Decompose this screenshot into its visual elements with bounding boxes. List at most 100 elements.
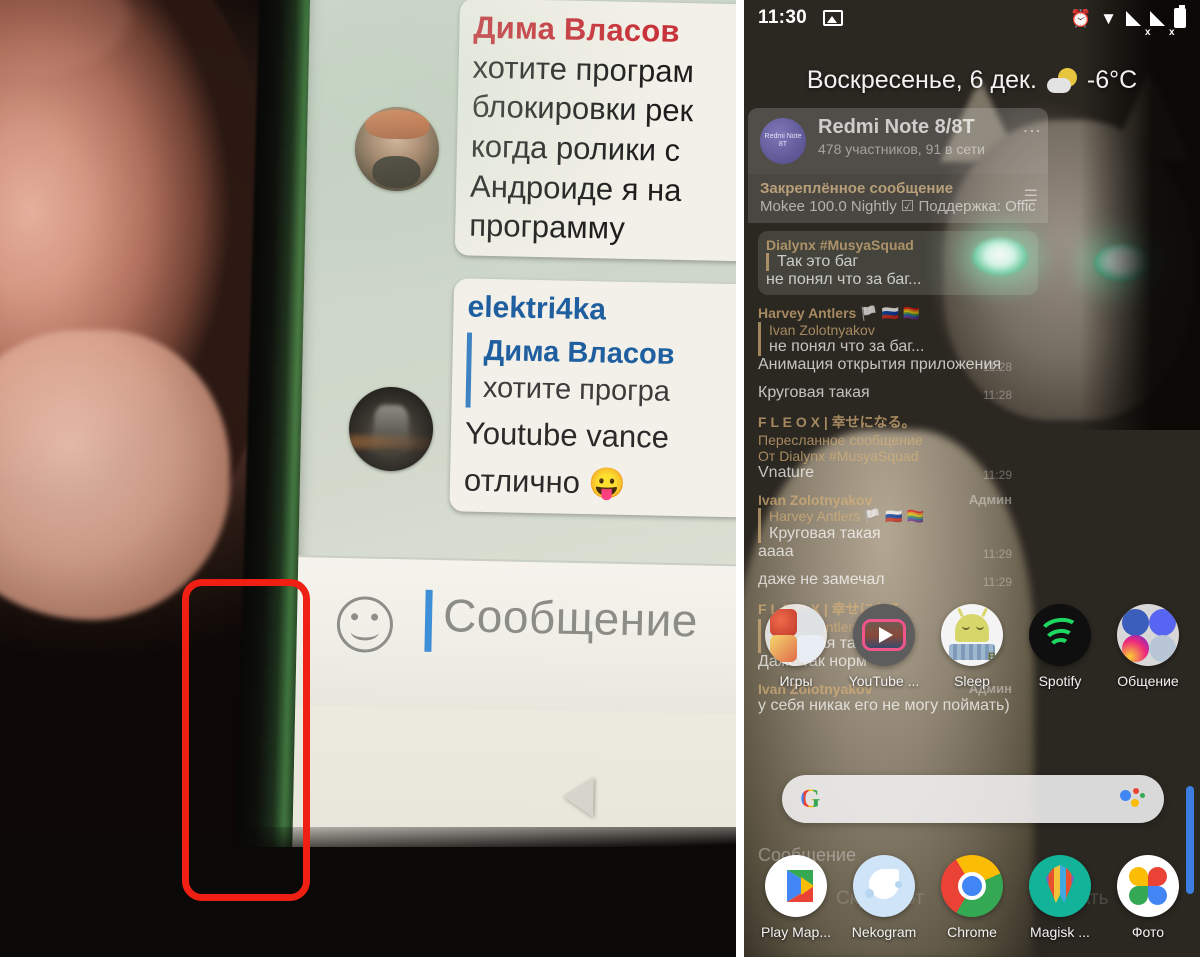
- chat-subtitle: 478 участников, 91 в сети: [818, 141, 985, 157]
- annotation-highlight-box: [182, 579, 310, 901]
- list-item[interactable]: Круговая такая 11:28: [758, 384, 1038, 402]
- telegram-recents-overlay[interactable]: Redmi Note 8T Redmi Note 8/8T 478 участн…: [748, 108, 1048, 868]
- battery-icon: [1174, 5, 1186, 28]
- date-weather-widget[interactable]: Воскресенье, 6 дек. -6°C: [744, 66, 1200, 95]
- app-label: Spotify: [1038, 673, 1082, 689]
- message-text: не понял что за баг...: [766, 271, 922, 288]
- telegram-chat-photo: Дима Власов хотите програм блокировки ре…: [289, 0, 736, 957]
- message-timestamp: 11:29: [982, 575, 1012, 589]
- smiley-icon[interactable]: [336, 595, 394, 654]
- youtube-vanced-icon[interactable]: [853, 604, 915, 666]
- google-photos-icon[interactable]: [1117, 855, 1179, 917]
- app-item-games[interactable]: Игры: [757, 604, 835, 689]
- reply-quote: Ivan Zolotnyakov не понял что за баг...: [758, 322, 1038, 356]
- message-bubble[interactable]: Дима Власов хотите програм блокировки ре…: [454, 0, 736, 265]
- nekogram-icon[interactable]: [853, 855, 915, 917]
- app-item-spotify[interactable]: Spotify: [1021, 604, 1099, 689]
- dock-item-nekogram[interactable]: Nekogram: [845, 855, 923, 940]
- chrome-icon[interactable]: [941, 855, 1003, 917]
- list-item[interactable]: Harvey Antlers 🏳️ 🇷🇺 🏳️‍🌈 Ivan Zolotnyak…: [758, 305, 1038, 374]
- message-input-bar[interactable]: Сообщение: [295, 555, 736, 715]
- google-search-bar[interactable]: G: [782, 775, 1164, 823]
- app-item-sleep[interactable]: B Sleep: [933, 604, 1011, 689]
- list-item[interactable]: Dialynx #MusyaSquad Так это баг не понял…: [758, 231, 1038, 295]
- cloud-shape: [1046, 77, 1071, 93]
- widget-temperature-label: -6°C: [1086, 66, 1138, 94]
- message-text: у себя никак его не могу поймать): [758, 697, 1010, 714]
- google-assistant-icon[interactable]: [1120, 788, 1146, 810]
- reply-quote: Harvey Antlers 🏳️ 🇷🇺 🏳️‍🌈 Круговая такая: [758, 508, 1038, 543]
- pinned-message-text: Mokee 100.0 Nightly ☑ Поддержка: Officia…: [760, 198, 1036, 215]
- app-label: Magisk ...: [1030, 924, 1090, 940]
- status-bar-icons: ⏰ ▼: [1070, 5, 1186, 38]
- home-app-row: Игры YouTube ... B Sleep Spotify Общение: [744, 604, 1200, 689]
- message-sender: elektri4ka: [467, 290, 607, 327]
- dock-item-chrome[interactable]: Chrome: [933, 855, 1011, 940]
- partly-cloudy-icon: [1046, 67, 1077, 94]
- message-from-name: Ivan Zolotnyakov: [758, 492, 873, 508]
- pinned-message-label: Закреплённое сообщение: [760, 180, 954, 197]
- below-phone-dark: [0, 827, 736, 957]
- message-card: Dialynx #MusyaSquad Так это баг не понял…: [758, 231, 1038, 295]
- message-text: хотите програм блокировки рек когда роли…: [468, 49, 695, 247]
- forwarded-label: Пересланное сообщение: [758, 432, 923, 448]
- wifi-icon: ▼: [1100, 8, 1117, 28]
- app-label: Игры: [779, 673, 813, 689]
- chat-avatar[interactable]: Redmi Note 8T: [760, 118, 806, 164]
- reply-quote-text: хотите програ: [482, 372, 671, 408]
- app-label: Play Map...: [760, 924, 832, 940]
- google-logo-icon: G: [800, 784, 821, 813]
- message-text: Youtube vance: [464, 415, 670, 455]
- chat-title: Redmi Note 8/8T: [818, 116, 975, 138]
- left-photo-panel: Дима Власов хотите програм блокировки ре…: [0, 0, 736, 957]
- status-bar-clock: 11:30: [758, 7, 808, 28]
- message-text-second: отлично 😛: [464, 460, 736, 509]
- play-store-icon[interactable]: [765, 855, 827, 917]
- magisk-icon[interactable]: [1029, 855, 1091, 917]
- page-scroll-indicator[interactable]: [1186, 786, 1194, 894]
- list-item[interactable]: Ivan Zolotnyakov Админ Harvey Antlers 🏳️…: [758, 492, 1038, 561]
- list-item[interactable]: F L E O X | 幸せになる。 Пересланное сообщение…: [758, 412, 1038, 482]
- dock-item-magisk[interactable]: Magisk ...: [1021, 855, 1099, 940]
- message-bubble[interactable]: elektri4ka Дима Власов хотите програ You…: [449, 278, 736, 520]
- message-from: Dialynx #MusyaSquad: [766, 237, 914, 253]
- reply-quote-text: Круговая такая: [769, 525, 881, 542]
- dock-item-photos[interactable]: Фото: [1109, 855, 1187, 940]
- avatar[interactable]: [354, 106, 440, 192]
- sleep-icon[interactable]: B: [941, 604, 1003, 666]
- signal-2-icon: [1150, 10, 1175, 38]
- chat-avatar-label: Redmi Note 8T: [764, 133, 802, 148]
- reply-quote-text: не понял что за баг...: [769, 338, 925, 355]
- reply-quote-text: Так это баг: [777, 253, 859, 270]
- app-label: Chrome: [947, 924, 997, 940]
- back-triangle-icon[interactable]: [562, 776, 594, 818]
- spotify-icon[interactable]: [1029, 604, 1091, 666]
- folder-games-icon[interactable]: [765, 604, 827, 666]
- app-label: Sleep: [954, 673, 990, 689]
- home-dock: Play Map... Nekogram Chrome Magisk ... Ф…: [744, 855, 1200, 940]
- alarm-icon: ⏰: [1070, 8, 1092, 28]
- forwarded-source: От Dialynx #MusyaSquad: [758, 448, 919, 464]
- app-label: Общение: [1117, 673, 1179, 689]
- thumb-crease: [0, 0, 130, 78]
- pin-list-icon[interactable]: ☰: [1024, 186, 1038, 206]
- app-label: Nekogram: [851, 924, 917, 940]
- reply-quote[interactable]: Дима Власов хотите програ: [465, 332, 736, 416]
- overflow-menu-icon[interactable]: ⋮: [1022, 122, 1042, 141]
- wallpaper-shadow: [1080, 0, 1200, 430]
- message-timestamp: 11:28: [982, 360, 1012, 374]
- app-item-chat-folder[interactable]: Общение: [1109, 604, 1187, 689]
- message-text-value: отлично: [463, 462, 581, 500]
- reply-quote-name: Ivan Zolotnyakov: [769, 322, 875, 338]
- message-input-placeholder: Сообщение: [442, 589, 699, 647]
- app-item-youtube[interactable]: YouTube ...: [845, 604, 923, 689]
- message-timestamp: 11:29: [982, 468, 1012, 482]
- avatar[interactable]: [348, 386, 434, 472]
- dock-item-play-store[interactable]: Play Map...: [757, 855, 835, 940]
- message-timestamp: 11:29: [982, 547, 1012, 561]
- pinned-message[interactable]: Закреплённое сообщение Mokee 100.0 Night…: [748, 174, 1048, 223]
- list-item[interactable]: даже не замечал 11:29: [758, 571, 1038, 589]
- folder-chat-icon[interactable]: [1117, 604, 1179, 666]
- status-bar: 11:30 ⏰ ▼: [744, 0, 1200, 38]
- telegram-chat-header[interactable]: Redmi Note 8T Redmi Note 8/8T 478 участн…: [748, 108, 1048, 174]
